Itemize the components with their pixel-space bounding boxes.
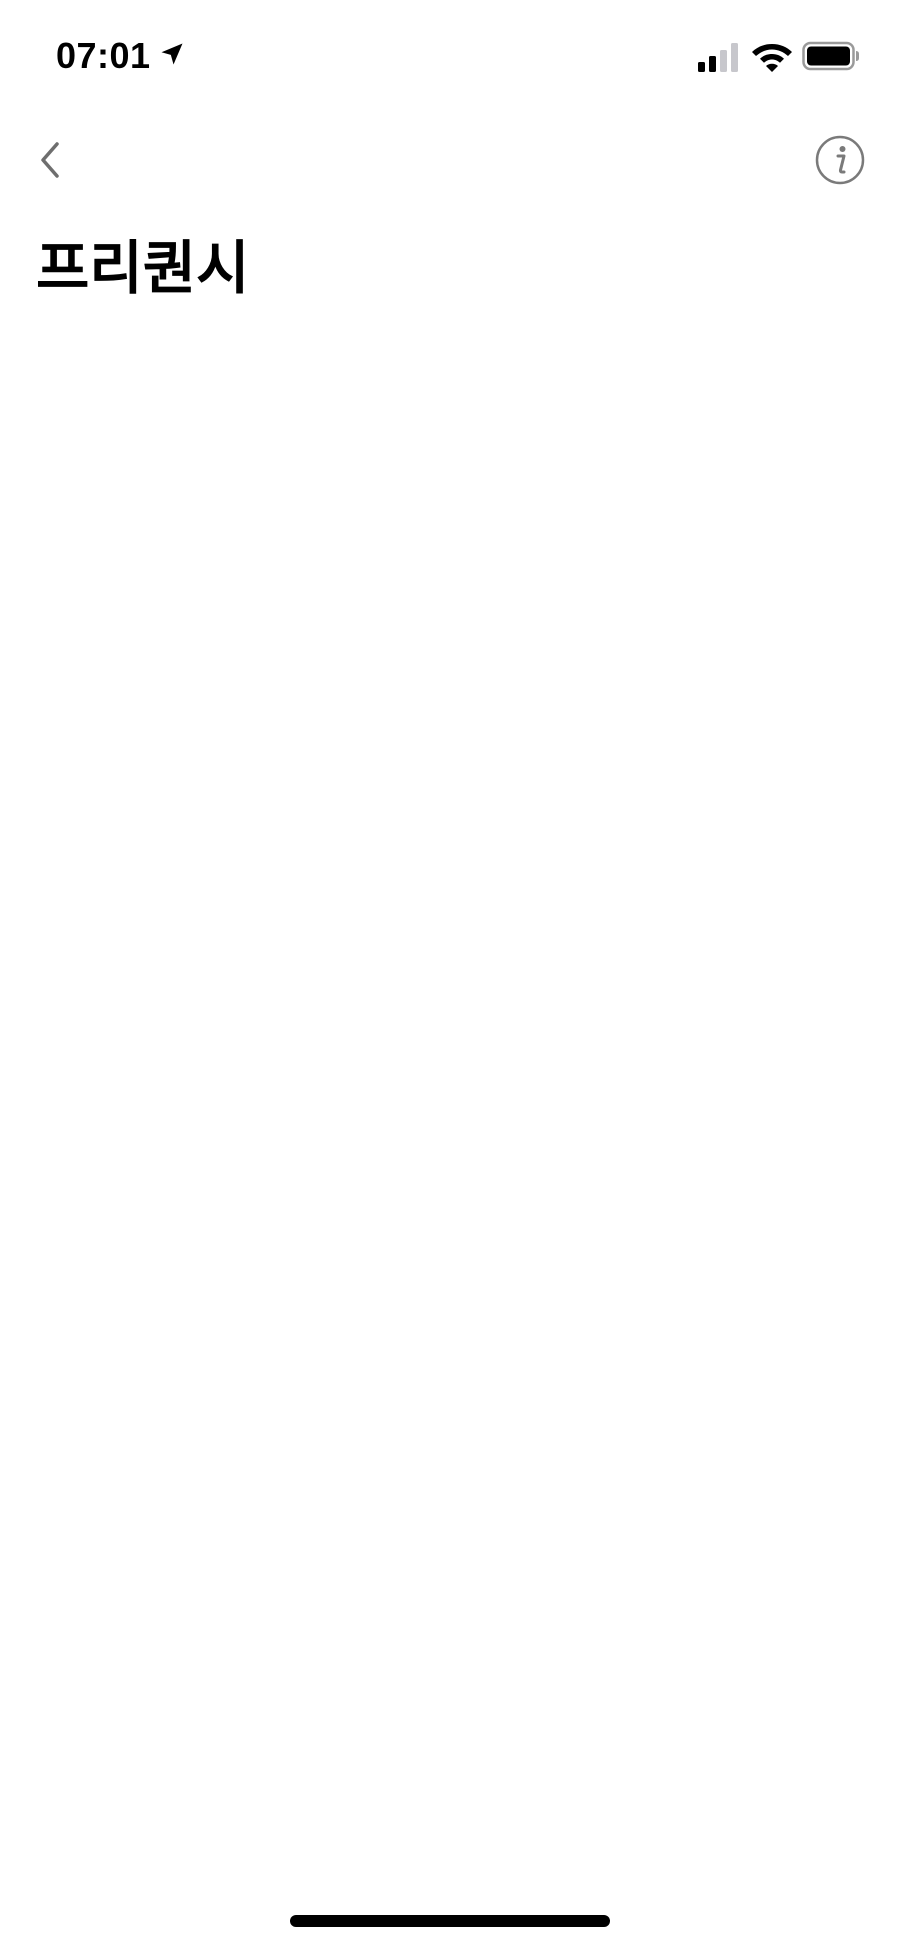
home-indicator[interactable]	[290, 1915, 610, 1927]
back-button[interactable]	[24, 134, 76, 186]
wifi-icon	[752, 44, 792, 72]
info-icon	[815, 135, 865, 185]
status-bar: 07:01	[0, 0, 900, 110]
info-button[interactable]	[814, 134, 866, 186]
chevron-left-icon	[41, 142, 59, 178]
page-title: 프리퀀시	[36, 234, 250, 302]
location-arrow-icon	[161, 43, 183, 65]
cellular-signal-icon	[698, 43, 738, 72]
content-area	[0, 330, 900, 1890]
status-time: 07:01	[56, 35, 151, 76]
app-screen: 07:01 프리퀀시	[0, 0, 900, 1948]
battery-icon	[802, 41, 859, 71]
